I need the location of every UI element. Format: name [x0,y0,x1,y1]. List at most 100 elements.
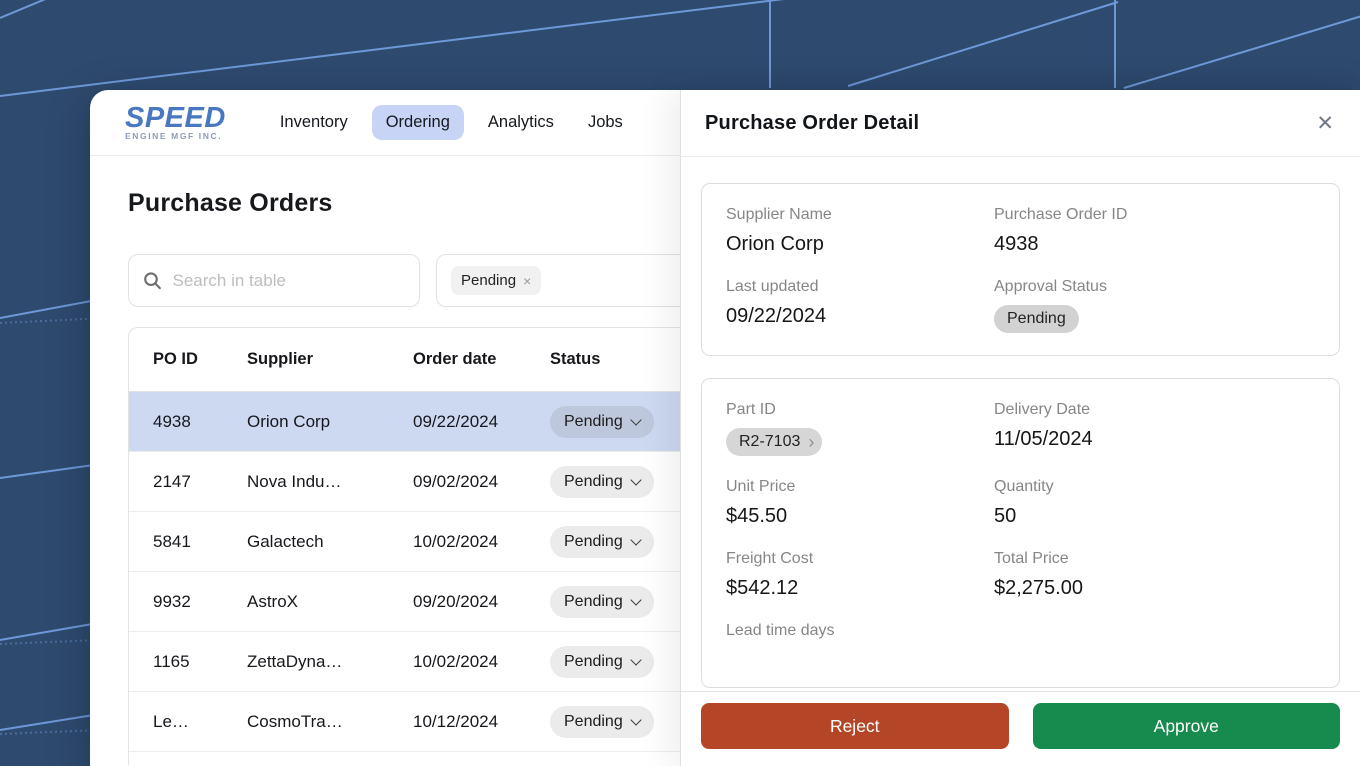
cell-supplier: Galactech [247,532,413,552]
field-value: $2,275.00 [994,577,1315,600]
detail-panel-header: Purchase Order Detail ✕ [681,90,1360,157]
field-label: Approval Status [994,278,1315,296]
status-select[interactable]: Pending [550,706,654,738]
approve-button[interactable]: Approve [1033,703,1341,749]
app-window: SPEED ENGINE MGF INC. Inventory Ordering… [90,90,1360,766]
field-label: Unit Price [726,478,994,496]
field-label: Supplier Name [726,206,994,224]
field-value: 50 [994,505,1315,528]
field-value: 11/05/2024 [994,428,1315,451]
field-label: Quantity [994,478,1315,496]
search-input[interactable] [173,271,405,291]
page-title: Purchase Orders [128,189,680,218]
field-value: Orion Corp [726,233,994,256]
status-label: Pending [564,713,623,731]
field-value: 4938 [994,233,1315,256]
nav-ordering[interactable]: Ordering [372,105,464,140]
field-label: Purchase Order ID [994,206,1315,224]
chevron-down-icon [630,594,641,605]
field-value: 09/22/2024 [726,305,994,328]
remove-filter-icon[interactable]: × [523,273,531,289]
field-freight-cost: Freight Cost $542.12 [726,550,994,600]
column-header-po-id: PO ID [153,350,247,369]
status-select[interactable]: Pending [550,646,654,678]
order-summary-card: Supplier Name Orion Corp Purchase Order … [701,183,1340,356]
table-row[interactable]: Le… CosmoTra… 10/12/2024 Pending [129,692,680,752]
field-label: Freight Cost [726,550,994,568]
chevron-down-icon [630,654,641,665]
orders-page: SPEED ENGINE MGF INC. Inventory Ordering… [90,90,680,766]
search-box[interactable] [128,254,420,307]
cell-supplier: Nova Indu… [247,472,413,492]
status-label: Pending [564,413,623,431]
table-row[interactable]: 4938 Orion Corp 09/22/2024 Pending [129,392,680,452]
field-value: $542.12 [726,577,994,600]
column-header-order-date: Order date [413,350,550,369]
field-value: $45.50 [726,505,994,528]
cell-supplier: ZettaDyna… [247,652,413,672]
status-select[interactable]: Pending [550,526,654,558]
cell-po-id: Le… [153,712,247,732]
brand-tagline: ENGINE MGF INC. [125,131,226,141]
cell-po-id: 4938 [153,412,247,432]
cell-order-date: 09/22/2024 [413,412,550,432]
status-select[interactable]: Pending [550,466,654,498]
status-select[interactable]: Pending [550,586,654,618]
status-label: Pending [564,653,623,671]
table-row[interactable]: 1165 ZettaDyna… 10/02/2024 Pending [129,632,680,692]
chevron-down-icon [630,534,641,545]
reject-button[interactable]: Reject [701,703,1009,749]
field-delivery-date: Delivery Date 11/05/2024 [994,401,1315,456]
field-last-updated: Last updated 09/22/2024 [726,278,994,333]
table-row[interactable]: 2147 Nova Indu… 09/02/2024 Pending [129,452,680,512]
status-select[interactable]: Pending [550,406,654,438]
chevron-down-icon [630,414,641,425]
status-filter-box[interactable]: Pending × [436,254,680,307]
nav-inventory[interactable]: Inventory [270,105,358,140]
purchase-orders-table: PO ID Supplier Order date Status 4938 Or… [128,327,680,765]
filter-chip-pending[interactable]: Pending × [451,266,541,295]
cell-po-id: 5841 [153,532,247,552]
field-label: Delivery Date [994,401,1315,419]
chevron-down-icon [630,714,641,725]
status-label: Pending [564,533,623,551]
field-total-price: Total Price $2,275.00 [994,550,1315,600]
cell-order-date: 10/02/2024 [413,652,550,672]
column-header-supplier: Supplier [247,350,413,369]
cell-supplier: AstroX [247,592,413,612]
table-row[interactable]: 5841 Galactech 10/02/2024 Pending [129,512,680,572]
table-controls: Pending × [128,254,680,307]
cell-order-date: 09/02/2024 [413,472,550,492]
field-label: Lead time days [726,622,994,640]
cell-order-date: 09/20/2024 [413,592,550,612]
field-quantity: Quantity 50 [994,478,1315,528]
status-label: Pending [564,473,623,491]
part-id-chip[interactable]: R2-7103 › [726,428,822,456]
nav-jobs[interactable]: Jobs [578,105,633,140]
field-approval-status: Approval Status Pending [994,278,1315,333]
cell-po-id: 9932 [153,592,247,612]
cell-order-date: 10/12/2024 [413,712,550,732]
field-po-id: Purchase Order ID 4938 [994,206,1315,256]
table-header-row: PO ID Supplier Order date Status [129,328,680,392]
detail-panel-body: Supplier Name Orion Corp Purchase Order … [681,157,1360,691]
brand-name: SPEED [125,105,226,131]
line-item-card: Part ID R2-7103 › Delivery Date 11/05/20… [701,378,1340,688]
close-icon[interactable]: ✕ [1316,113,1334,134]
purchase-order-detail-panel: Purchase Order Detail ✕ Supplier Name Or… [680,90,1360,766]
field-unit-price: Unit Price $45.50 [726,478,994,528]
main-nav: Inventory Ordering Analytics Jobs [270,105,633,140]
nav-analytics[interactable]: Analytics [478,105,564,140]
cell-order-date: 10/02/2024 [413,532,550,552]
field-lead-time: Lead time days [726,622,994,640]
top-nav-bar: SPEED ENGINE MGF INC. Inventory Ordering… [90,90,680,156]
table-row[interactable]: 9932 AstroX 09/20/2024 Pending [129,572,680,632]
field-label: Last updated [726,278,994,296]
detail-panel-footer: Reject Approve [681,691,1360,766]
detail-panel-title: Purchase Order Detail [705,112,919,135]
chevron-right-icon: › [808,433,814,451]
cell-po-id: 1165 [153,652,247,672]
field-label: Part ID [726,401,994,419]
status-badge: Pending [994,305,1079,333]
part-id-label: R2-7103 [739,433,800,451]
